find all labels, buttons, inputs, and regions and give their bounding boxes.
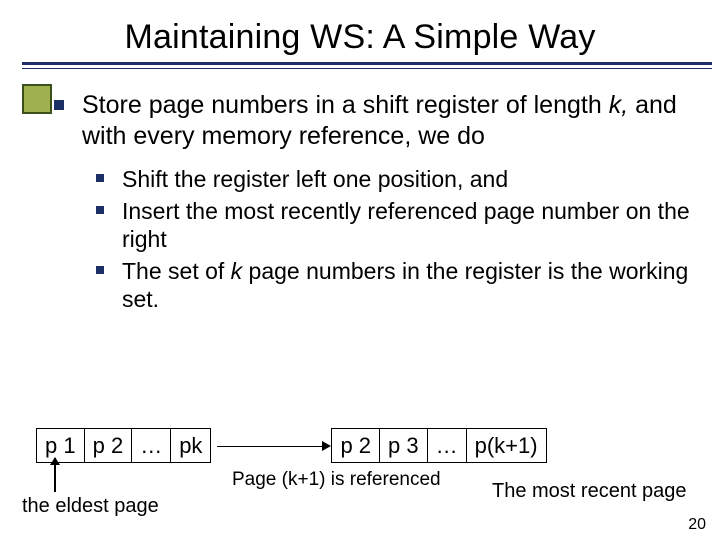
sub2-text: Insert the most recently referenced page… [122,198,690,252]
rule-thin [22,68,712,69]
bullet-icon [96,174,104,182]
title-row: Maintaining WS: A Simple Way [0,0,720,72]
arrow-up-icon [54,458,56,492]
eldest-label: the eldest page [22,495,159,518]
recent-label: The most recent page [492,480,687,503]
arrow-line [217,446,325,448]
sub3-text-pre: The set of [122,258,231,284]
diagram: p 1 p 2 … pk p 2 p 3 … p(k+1) the eldest… [36,428,696,463]
register-row: p 1 p 2 … pk p 2 p 3 … p(k+1) [36,428,696,463]
sub1-text: Shift the register left one position, an… [122,166,508,192]
sublist: Shift the register left one position, an… [82,165,690,313]
reference-caption: Page (k+1) is referenced [232,470,441,491]
title-underline [0,62,720,72]
slide-number: 20 [688,516,706,534]
arrow-right-icon [322,441,331,451]
reg-after-cell: p 2 [331,428,380,463]
sub3-text-k: k [231,258,243,284]
accent-box [22,84,52,114]
reg-before-cell: p 2 [85,428,133,463]
reg-after-cell: … [428,428,467,463]
bullet1-text-pre: Store page numbers in a shift register o… [82,91,609,119]
bullet-icon [96,266,104,274]
rule-thick [22,62,712,65]
reg-after-cell: p 3 [380,428,428,463]
bullet1-text-k: k, [609,91,628,119]
reg-after-cell: p(k+1) [467,428,547,463]
bullet-level2: The set of k page numbers in the registe… [122,257,690,313]
bullet-icon [54,100,64,110]
slide-title: Maintaining WS: A Simple Way [0,18,720,57]
content: Store page numbers in a shift register o… [0,72,720,313]
bullet-level2: Insert the most recently referenced page… [122,197,690,253]
bullet-level1: Store page numbers in a shift register o… [82,90,690,153]
reg-before-cell: … [132,428,171,463]
reg-before-cell: p 1 [36,428,85,463]
arrow-area [211,428,331,463]
reg-before-cell: pk [171,428,211,463]
bullet-icon [96,206,104,214]
bullet-level2: Shift the register left one position, an… [122,165,690,193]
slide: Maintaining WS: A Simple Way Store page … [0,0,720,540]
